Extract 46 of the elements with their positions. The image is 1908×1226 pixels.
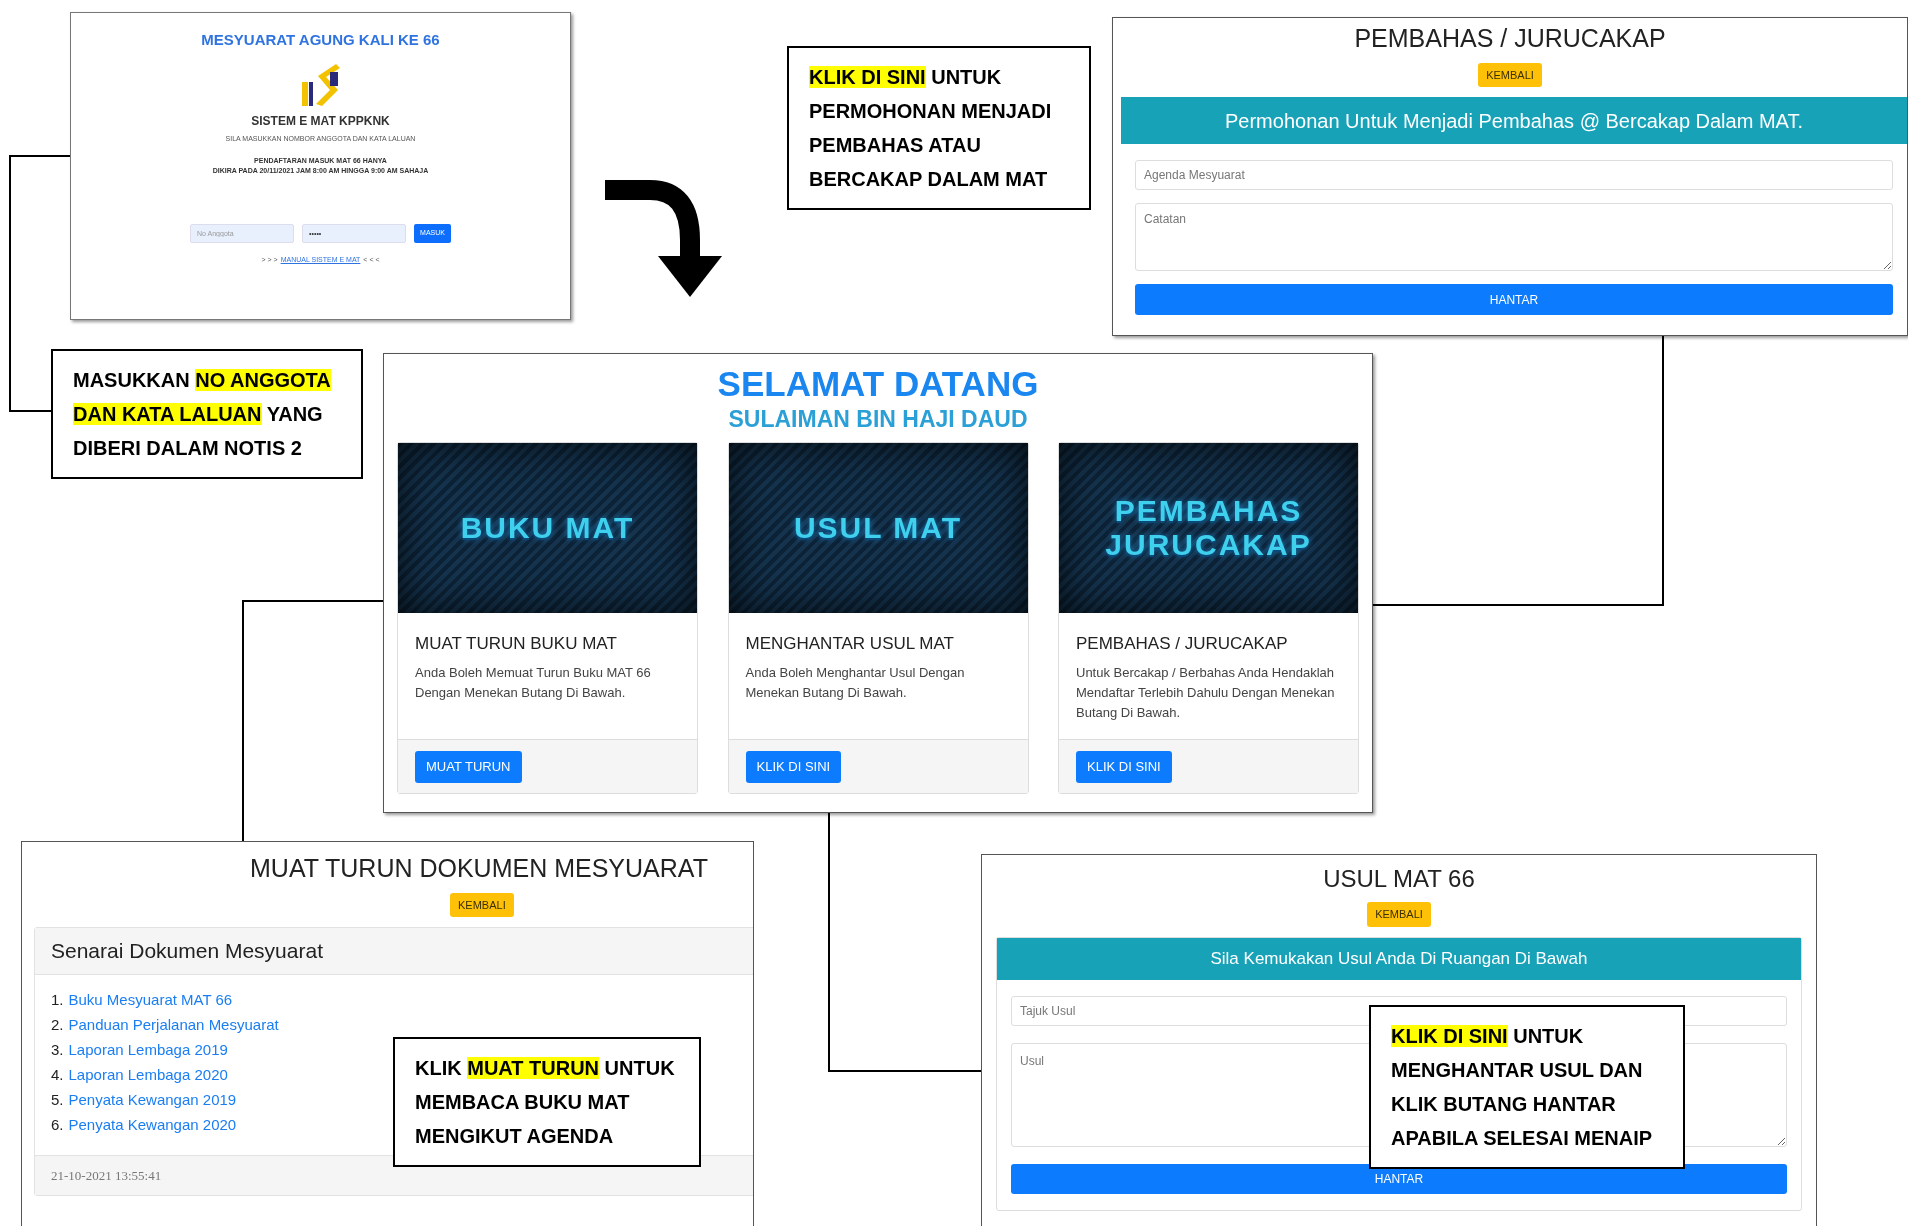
welcome-title: SELAMAT DATANG [717,364,1039,404]
list-number: 6. [51,1115,64,1135]
document-link[interactable]: Laporan Lembaga 2020 [68,1064,228,1085]
page-title: USUL MAT 66 [1323,864,1475,894]
document-link[interactable]: Penyata Kewangan 2019 [68,1089,237,1110]
banner-title: PEMBAHAS [1114,494,1303,528]
instruction-text: KLIK MUAT TURUN UNTUK MEMBACA BUKU MAT MENGIKUT AGENDA [415,1056,676,1149]
card-description: Anda Boleh Memuat Turun Buku MAT 66 Dengan Menekan Butang Di Bawah. [415,663,652,702]
list-number: 4. [51,1065,64,1085]
card-description: Anda Boleh Menghantar Usul Dengan Menekan Butang Di Bawah. [745,663,966,702]
form-banner: Permohonan Untuk Menjadi Pembahas @ Bercakap Dalam MAT. [1121,97,1907,144]
back-button[interactable]: KEMBALI [450,892,514,917]
member-name: SULAIMAN BIN HAJI DAUD [728,405,1028,434]
submit-button[interactable]: HANTAR [1011,1163,1787,1194]
banner-title: BUKU MAT [460,511,635,545]
document-link[interactable]: Laporan Lembaga 2019 [68,1039,228,1060]
list-number: 2. [51,1015,64,1035]
back-button[interactable]: KEMBALI [1478,62,1542,87]
card-title: PEMBAHAS / JURUCAKAP [1076,633,1289,655]
document-link[interactable]: Buku Mesyuarat MAT 66 [68,989,233,1010]
document-link[interactable]: Panduan Perjalanan Mesyuarat [68,1014,279,1035]
card-button[interactable]: KLIK DI SINI [1076,750,1172,783]
form-banner: Sila Kemukakan Usul Anda Di Ruangan Di Bawah [997,937,1801,980]
card-description: Untuk Bercakap / Berbahas Anda Hendaklah Mendaftar Terlebih Dahulu Dengan Menekan Butang Di Bawah. [1076,663,1336,722]
card-button[interactable]: MUAT TURUN [415,750,522,783]
notes-field[interactable]: Catatan [1135,203,1893,271]
list-number: 5. [51,1090,64,1110]
document-link[interactable]: Penyata Kewangan 2020 [68,1114,237,1135]
back-button[interactable]: KEMBALI [1367,902,1431,927]
card-button[interactable]: KLIK DI SINI [745,750,842,783]
system-name: SISTEM E MAT KPPKNK [251,112,390,130]
card-title: MENGHANTAR USUL MAT [745,633,955,655]
instruction-text: KLIK DI SINI UNTUK PERMOHONAN MENJADI PEMBAHAS ATAU BERCAKAP DALAM MAT [809,65,1053,192]
page-title: PEMBAHAS / JURUCAKAP [1354,23,1666,54]
agenda-field[interactable]: Agenda Mesyuarat [1135,160,1893,190]
list-number: 3. [51,1040,64,1060]
instruction-text: KLIK DI SINI UNTUK MENGHANTAR USUL DAN KLIK BUTANG HANTAR APABILA SELESAI MENAIP [1391,1024,1654,1151]
banner-title: USUL MAT [793,511,963,545]
banner-title: JURUCAKAP [1105,528,1312,562]
card-title: MUAT TURUN BUKU MAT [415,633,618,655]
list-title: Senarai Dokumen Mesyuarat [51,938,323,965]
meeting-heading: MESYUARAT AGUNG KALI KE 66 [201,30,440,50]
list-number: 1. [51,990,64,1010]
submit-button[interactable]: HANTAR [1135,284,1893,315]
page-title: MUAT TURUN DOKUMEN MESYUARAT [250,853,709,884]
timestamp: 21-10-2021 13:55:41 [51,1166,162,1185]
